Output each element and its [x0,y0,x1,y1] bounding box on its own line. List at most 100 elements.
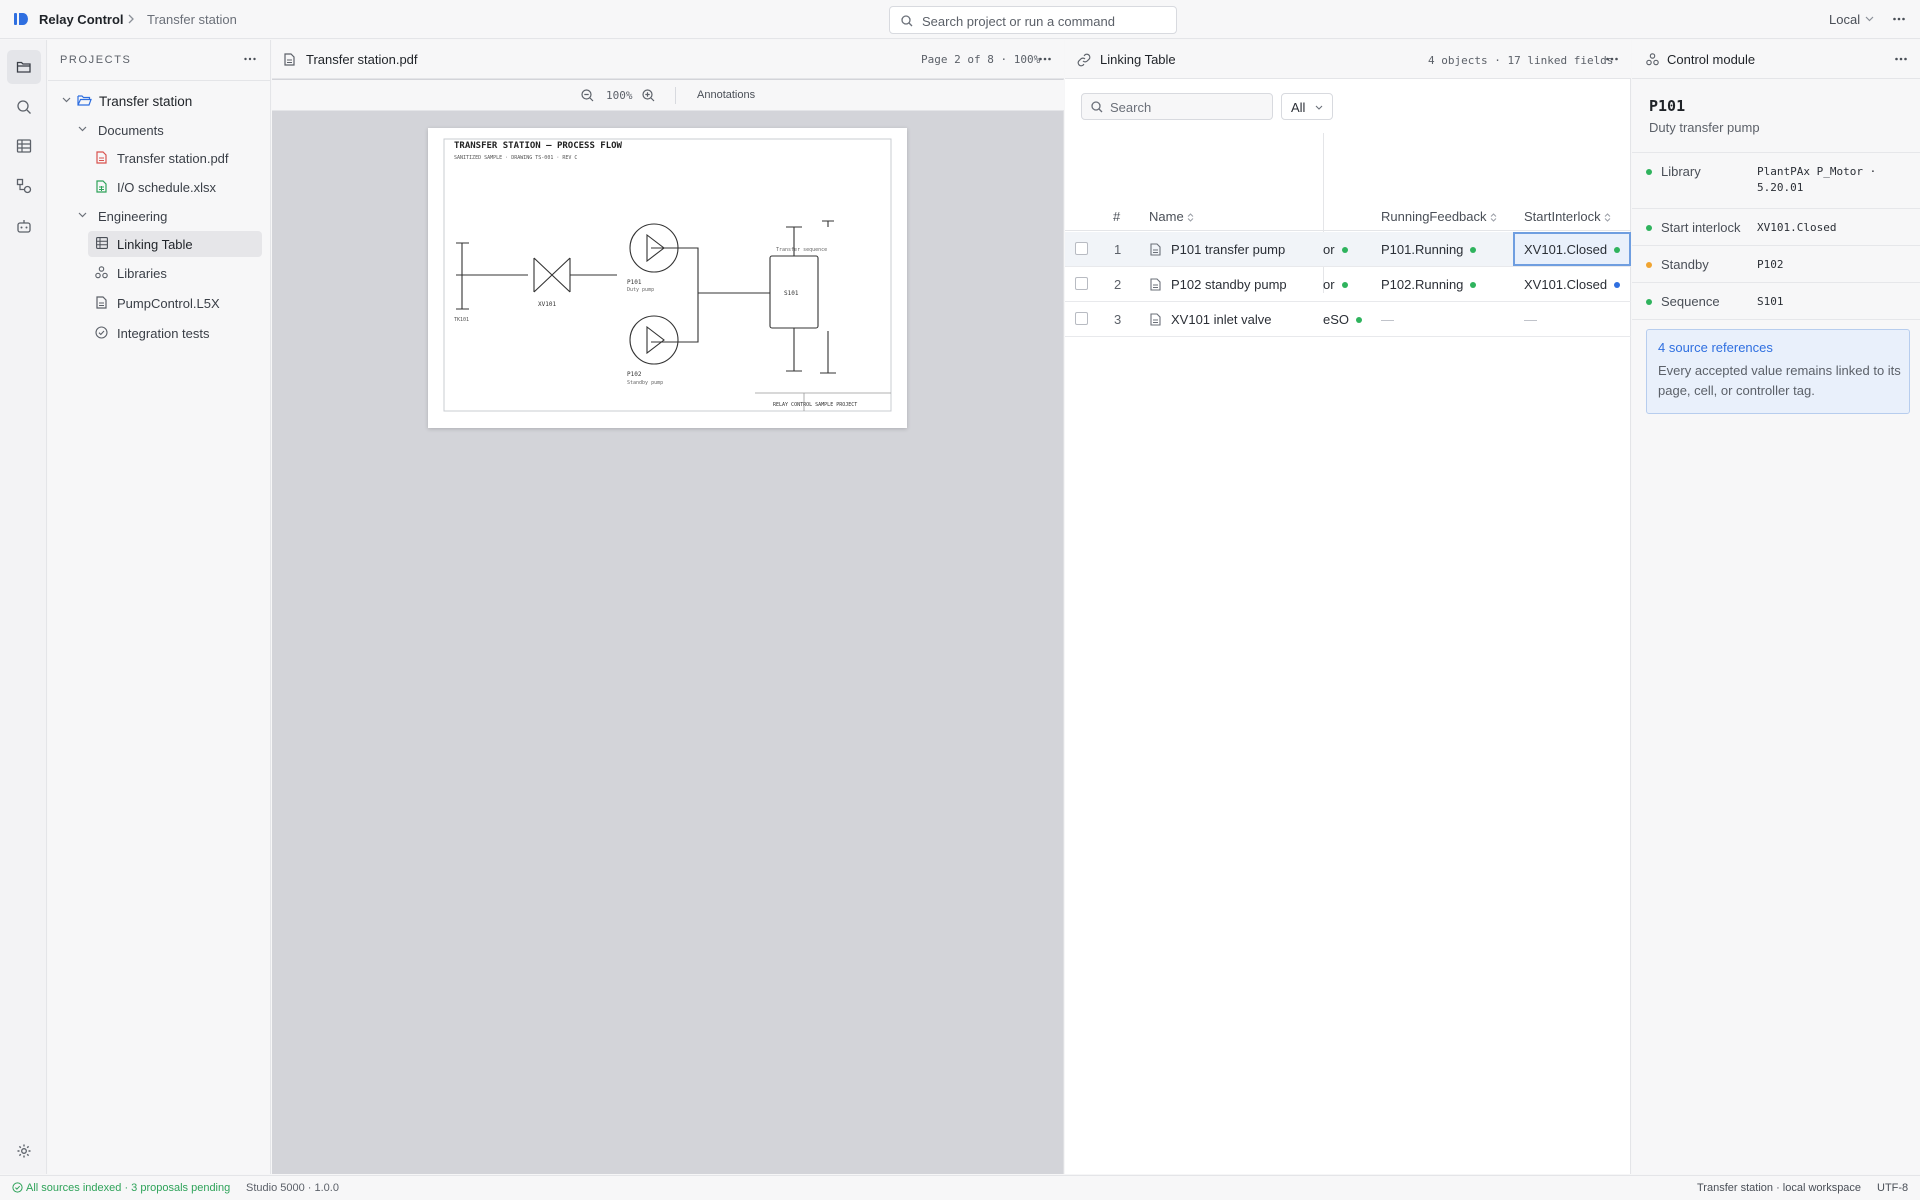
zoom-in-icon[interactable] [642,89,655,102]
running-feedback-cell[interactable]: — [1381,312,1394,327]
drawing-footer: RELAY CONTROL SAMPLE PROJECT [773,402,857,408]
start-interlock-cell[interactable]: — [1524,312,1537,327]
zoom-level: 100% [606,89,633,102]
drawing-subtitle: SANITIZED SAMPLE · DRAWING TS-001 · REV … [454,155,577,161]
indexing-status[interactable]: All sources indexed · 3 proposals pendin… [26,1182,230,1194]
property-library[interactable]: Library PlantPAx P_Motor · 5.20.01 [1632,152,1920,208]
row-partial-cell[interactable]: eSO [1323,312,1363,327]
table-row[interactable]: 3 XV101 inlet valve eSO — — [1065,302,1631,337]
assistant-button[interactable] [7,209,41,243]
start-interlock-cell[interactable]: XV101.Closed [1524,277,1621,292]
search-button[interactable] [7,90,41,124]
table-icon [16,139,32,153]
source-references-card[interactable]: 4 source references Every accepted value… [1646,329,1910,414]
chevron-down-icon[interactable] [78,212,87,218]
more-icon[interactable] [1038,52,1052,66]
sort-icon [1187,213,1194,222]
status-dot [1646,299,1652,305]
chevron-down-icon[interactable] [78,126,87,132]
tree-item-engineering[interactable]: Engineering [72,203,262,229]
encoding-label[interactable]: UTF-8 [1877,1182,1908,1194]
source-references-link[interactable]: 4 source references [1658,340,1773,355]
tree-item-libraries[interactable]: Libraries [88,260,262,286]
tree-item-linking-table[interactable]: Linking Table [88,231,262,257]
zoom-out-icon[interactable] [581,89,594,102]
settings-button[interactable] [7,1134,41,1168]
diagram-button[interactable] [7,169,41,203]
running-feedback-cell[interactable]: P101.Running [1381,242,1477,257]
more-icon[interactable] [1605,52,1619,66]
tables-button[interactable] [7,129,41,163]
search-placeholder: Search project or run a command [922,14,1115,29]
file-icon [1150,313,1161,326]
document-header: Transfer station.pdf Page 2 of 8 · 100% [272,40,1064,79]
check-circle-icon [95,326,108,339]
tree-label: Transfer station.pdf [117,151,229,166]
tree-item-documents[interactable]: Documents [72,117,262,143]
property-standby[interactable]: Standby P102 [1632,245,1920,282]
property-sequence[interactable]: Sequence S101 [1632,282,1920,320]
explorer-button[interactable] [7,50,41,84]
row-name[interactable]: XV101 inlet valve [1171,312,1271,327]
chevron-down-icon[interactable] [62,97,71,103]
row-name[interactable]: P101 transfer pump [1171,242,1285,257]
pdf-page[interactable]: TRANSFER STATION — PROCESS FLOW SANITIZE… [428,128,907,428]
more-icon[interactable] [1892,12,1906,26]
column-header-label: RunningFeedback [1381,209,1487,224]
tree-item-transfer-station-pdf[interactable]: Transfer station.pdf [88,145,262,171]
row-checkbox[interactable] [1075,242,1088,255]
column-header-name[interactable]: Name [1149,209,1194,224]
sequence-label: S101 [784,290,799,297]
column-header-interlock[interactable]: StartInterlock [1524,209,1611,224]
environment-selector[interactable]: Local [1829,12,1860,27]
table-header: # Name RunningFeedback StartInterlock [1065,201,1631,231]
status-dot [1356,316,1363,323]
cell-value: XV101.Closed [1524,242,1608,257]
command-search[interactable]: Search project or run a command [889,6,1177,34]
pump2-label: P102 [627,371,642,378]
property-start-interlock[interactable]: Start interlock XV101.Closed [1632,208,1920,245]
table-row[interactable]: 2 P102 standby pump or P102.Running XV10… [1065,267,1631,302]
annotations-button[interactable]: Annotations [697,89,755,101]
more-icon[interactable] [243,52,257,66]
tree-item-io-schedule[interactable]: I/O schedule.xlsx [88,174,262,200]
breadcrumb[interactable]: Transfer station [147,12,237,27]
chevron-down-icon[interactable] [1865,16,1874,22]
tree-label: Transfer station [99,94,193,109]
robot-icon [17,220,31,233]
property-key: Library [1661,164,1701,179]
app-logo-icon [13,11,29,27]
row-checkbox[interactable] [1075,312,1088,325]
start-interlock-cell[interactable]: XV101.Closed [1524,242,1621,257]
filter-select[interactable]: All [1281,93,1333,120]
row-number: 1 [1114,242,1122,257]
table-row[interactable]: 1 P101 transfer pump or P101.Running XV1… [1065,232,1631,267]
status-dot [1614,281,1621,288]
table-search-input[interactable]: Search [1081,93,1273,120]
tree-item-transfer-station[interactable]: Transfer station [56,88,262,114]
source-references-body: Every accepted value remains linked to i… [1658,363,1901,398]
property-value: XV101.Closed [1757,221,1837,234]
file-icon [1150,243,1161,256]
more-icon[interactable] [1894,52,1908,66]
row-partial-cell[interactable]: or [1323,277,1348,292]
tree-item-pumpcontrol-l5x[interactable]: PumpControl.L5X [88,290,262,316]
row-name[interactable]: P102 standby pump [1171,277,1287,292]
divider [675,87,676,104]
linking-table-header: Linking Table 4 objects · 17 linked fiel… [1065,40,1631,79]
valve-label: XV101 [538,301,556,308]
tree-label: I/O schedule.xlsx [117,180,216,195]
tree-item-integration-tests[interactable]: Integration tests [88,320,262,346]
file-icon [1150,278,1161,291]
top-bar: Relay Control Transfer station Search pr… [0,0,1920,39]
control-module-panel: Control module P101 Duty transfer pump L… [1632,40,1920,1174]
row-partial-cell[interactable]: or [1323,242,1348,257]
search-icon [17,100,31,114]
row-checkbox[interactable] [1075,277,1088,290]
running-feedback-cell[interactable]: P102.Running [1381,277,1477,292]
column-header-running[interactable]: RunningFeedback [1381,209,1497,224]
app-name[interactable]: Relay Control [39,12,124,27]
cell-value: or [1323,242,1335,257]
status-bar: All sources indexed · 3 proposals pendin… [0,1175,1920,1200]
activity-bar [0,40,47,1174]
